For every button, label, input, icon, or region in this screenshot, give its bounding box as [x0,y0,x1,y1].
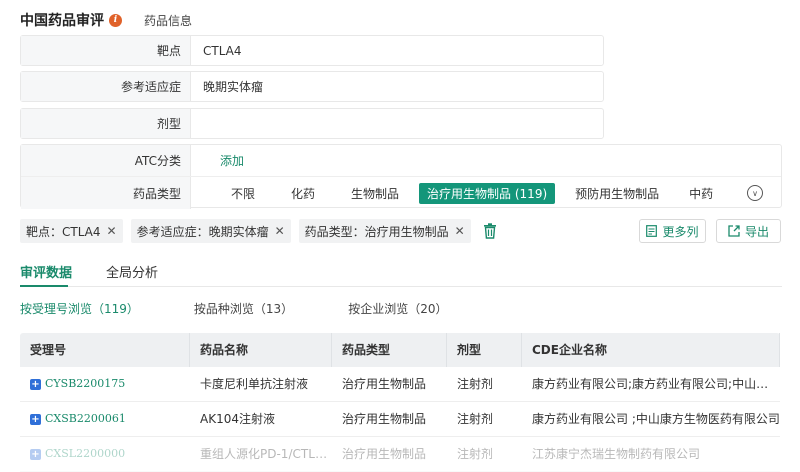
active-tab-indicator [20,285,68,287]
filter-chip-indication: 参考适应症：晚期实体瘤 ✕ [130,219,291,243]
drug-name-cell: 重组人源化PD-1/CTLA-4 [200,447,332,461]
type-option-preventive-biologic[interactable]: 预防用生物制品 [567,183,667,204]
browse-subtabs: 按受理号浏览（119） 按品种浏览（13） 按企业浏览（20） [20,300,502,318]
atc-label: ATC分类 [21,145,191,176]
filter-chip-label: 靶点：CTLA4 [26,224,101,239]
drug-name-cell: AK104注射液 [200,412,275,426]
column-header-accept-no[interactable]: 受理号 [20,333,190,367]
target-row: 靶点 CTLA4 [20,35,604,66]
expand-plus-icon[interactable]: + [30,378,41,390]
tab-global-analysis[interactable]: 全局分析 [106,262,158,281]
accept-no-link[interactable]: CYSB2200175 [45,367,125,401]
type-option-chemical[interactable]: 化药 [283,183,323,204]
indication-field[interactable]: 晚期实体瘤 [191,72,263,101]
page-subtitle: 药品信息 [144,13,193,28]
subtab-by-accept-no[interactable]: 按受理号浏览（119） [20,300,139,318]
drug-type-label: 药品类型 [21,177,191,209]
company-cell: 康方药业有限公司 ;中山康方生物医药有限公司 [532,412,780,426]
accept-no-link[interactable]: CXSL2200000 [45,437,125,471]
drug-name-cell: 卡度尼利单抗注射液 [200,377,309,391]
expand-plus-icon[interactable]: + [30,413,41,425]
table-header: 受理号 药品名称 药品类型 剂型 CDE企业名称 [20,333,780,367]
atc-add-link[interactable]: 添加 [220,145,244,176]
target-field[interactable]: CTLA4 [191,36,242,65]
type-option-any[interactable]: 不限 [223,183,263,204]
filter-chip-label: 药品类型：治疗用生物制品 [304,224,449,239]
target-label: 靶点 [21,36,191,65]
close-icon[interactable]: ✕ [275,224,285,238]
type-option-therapeutic-biologic[interactable]: 治疗用生物制品 (119) [419,182,556,204]
drug-type-cell: 治疗用生物制品 [342,412,427,426]
dosage-cell: 注射剂 [457,377,494,391]
type-option-biologic[interactable]: 生物制品 [343,183,407,204]
column-header-company[interactable]: CDE企业名称 [522,333,780,367]
trash-icon[interactable] [483,222,499,240]
type-option-tcm[interactable]: 中药 [681,183,721,204]
close-icon[interactable]: ✕ [107,224,117,238]
dosage-label: 剂型 [21,109,191,138]
table-row[interactable]: + CYSB2200175 卡度尼利单抗注射液 治疗用生物制品 注射剂 康方药业有… [20,367,780,402]
main-tabs: 审评数据 全局分析 [20,256,782,287]
filter-panel: ATC分类 添加 药品类型 不限 化药 生物制品 治疗用生物制品 (119) 预… [20,144,782,209]
page-header: 中国药品审评 i 药品信息 [20,10,192,30]
results-table: 受理号 药品名称 药品类型 剂型 CDE企业名称 + CYSB2200175 卡度… [20,333,780,472]
export-icon [728,225,740,237]
filter-chip-target: 靶点：CTLA4 ✕ [20,219,123,243]
table-row[interactable]: + CXSB2200061 AK104注射液 治疗用生物制品 注射剂 康方药业有限… [20,402,780,437]
filter-chip-label: 参考适应症：晚期实体瘤 [136,224,269,239]
close-icon[interactable]: ✕ [455,224,465,238]
more-columns-label: 更多列 [662,224,699,239]
subtab-by-variety[interactable]: 按品种浏览（13） [194,300,293,318]
columns-icon [646,225,658,237]
column-header-drug-name[interactable]: 药品名称 [190,333,332,367]
filter-chip-drug-type: 药品类型：治疗用生物制品 ✕ [298,219,471,243]
table-row[interactable]: + CXSL2200000 重组人源化PD-1/CTLA-4 治疗用生物制品 注射… [20,437,780,472]
export-label: 导出 [744,224,769,239]
page-title: 中国药品审评 [20,13,104,29]
active-filter-chips: 靶点：CTLA4 ✕ 参考适应症：晚期实体瘤 ✕ 药品类型：治疗用生物制品 ✕ [20,219,499,243]
info-icon[interactable]: i [109,13,122,27]
chevron-down-icon[interactable]: ∨ [747,185,763,201]
indication-label: 参考适应症 [21,72,191,101]
column-header-drug-type[interactable]: 药品类型 [332,333,447,367]
drug-type-cell: 治疗用生物制品 [342,447,427,461]
drug-type-options: 不限 化药 生物制品 治疗用生物制品 (119) 预防用生物制品 中药 ∨ [191,177,781,209]
dosage-field[interactable] [191,109,203,138]
column-header-dosage[interactable]: 剂型 [447,333,522,367]
export-button[interactable]: 导出 [716,219,781,243]
more-columns-button[interactable]: 更多列 [639,219,706,243]
dosage-cell: 注射剂 [457,447,494,461]
expand-plus-icon[interactable]: + [30,448,41,460]
company-cell: 康方药业有限公司;康方药业有限公司;中山康方生物医药有限公司 [532,377,780,391]
drug-type-cell: 治疗用生物制品 [342,377,427,391]
indication-row: 参考适应症 晚期实体瘤 [20,71,604,102]
company-cell: 江苏康宁杰瑞生物制药有限公司 [532,447,701,461]
accept-no-link[interactable]: CXSB2200061 [45,402,126,436]
tab-review-data[interactable]: 审评数据 [20,262,72,281]
dosage-cell: 注射剂 [457,412,494,426]
dosage-row: 剂型 [20,108,604,139]
subtab-by-company[interactable]: 按企业浏览（20） [348,300,447,318]
